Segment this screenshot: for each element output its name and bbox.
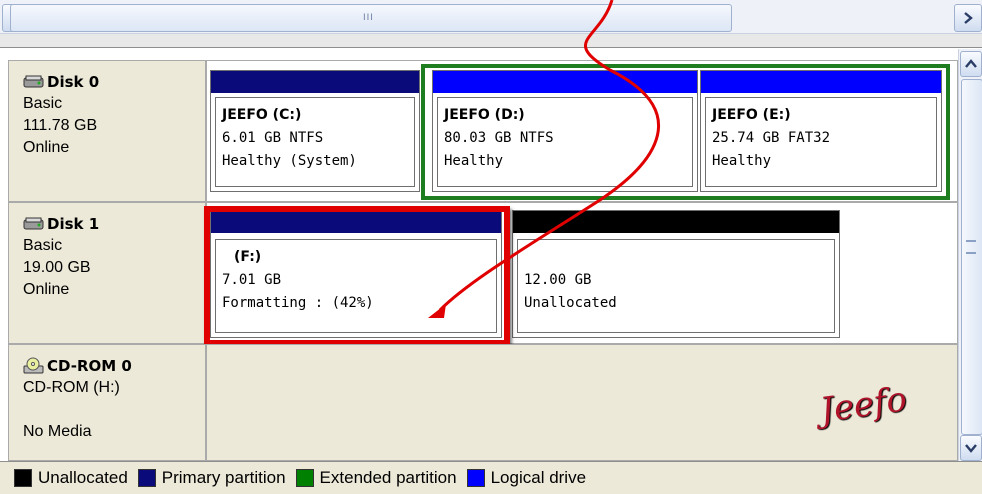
scroll-down-button[interactable]: [960, 435, 982, 461]
unallocated-swatch: [14, 469, 32, 487]
legend-item-extended: Extended partition: [295, 468, 457, 488]
chevron-down-icon: [965, 444, 977, 453]
legend-item-primary: Primary partition: [137, 468, 286, 488]
annotation-arrow: [428, 0, 660, 318]
extended-swatch: [295, 469, 314, 487]
scroll-grip-icon: [966, 240, 976, 254]
vertical-scrollbar[interactable]: [958, 49, 982, 461]
legend-bar: Unallocated Primary partition Extended p…: [0, 461, 982, 494]
legend-label: Extended partition: [319, 468, 457, 487]
scroll-up-button[interactable]: [960, 51, 982, 77]
legend-label: Primary partition: [161, 468, 286, 487]
legend-label: Unallocated: [38, 468, 128, 487]
legend-label: Logical drive: [490, 468, 587, 487]
legend-item-unallocated: Unallocated: [14, 468, 128, 488]
legend-item-logical: Logical drive: [466, 468, 587, 488]
logical-swatch: [466, 469, 485, 487]
primary-swatch: [137, 469, 156, 487]
chevron-up-icon: [965, 59, 977, 68]
vertical-scroll-thumb[interactable]: [961, 79, 982, 435]
